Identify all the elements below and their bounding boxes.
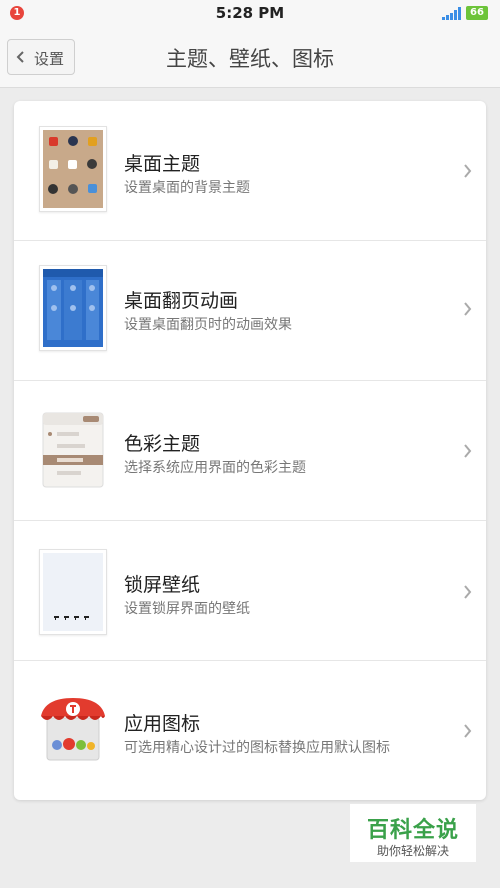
- desktop-theme-image: [43, 130, 103, 208]
- list-item-app-icons[interactable]: 应用图标 可选用精心设计过的图标替换应用默认图标: [14, 661, 486, 800]
- watermark-subtitle: 助你轻松解决: [376, 844, 449, 858]
- signal-icon: [442, 7, 461, 20]
- item-title: 桌面主题: [124, 153, 201, 175]
- chevron-right-icon: [464, 302, 472, 316]
- item-title: 应用图标: [124, 713, 201, 735]
- item-description: 选择系统应用界面的色彩主题: [124, 460, 306, 476]
- chevron-right-icon: [464, 164, 472, 178]
- item-description: 设置桌面翻页时的动画效果: [124, 317, 292, 333]
- item-title: 色彩主题: [124, 433, 201, 455]
- item-title: 锁屏壁纸: [124, 574, 201, 596]
- lockscreen-wallpaper-thumbnail: [39, 549, 107, 635]
- color-theme-image: [42, 412, 104, 488]
- list-item-lockscreen-wallpaper[interactable]: 锁屏壁纸 设置锁屏界面的壁纸: [14, 521, 486, 661]
- chevron-right-icon: [464, 444, 472, 458]
- watermark-logo: 百科全说 助你轻松解决: [350, 804, 476, 862]
- status-time: 5:28 PM: [215, 4, 285, 22]
- item-description: 设置锁屏界面的壁纸: [124, 601, 250, 617]
- lockscreen-wallpaper-image: [43, 553, 103, 631]
- watermark-title: 百科全说: [366, 818, 459, 843]
- settings-list: 桌面主题 设置桌面的背景主题 桌面翻页动画 设置桌面翻页时的动画效果 色彩主题 …: [14, 101, 486, 800]
- item-description: 设置桌面的背景主题: [124, 180, 250, 196]
- app-icon-store-image: [41, 698, 105, 761]
- nav-bar: 设置 主题、壁纸、图标: [0, 28, 500, 88]
- chevron-right-icon: [464, 585, 472, 599]
- item-description: 可选用精心设计过的图标替换应用默认图标: [124, 740, 390, 756]
- desktop-theme-thumbnail: [39, 126, 107, 212]
- app-icon-store-thumbnail: [39, 696, 107, 766]
- page-flip-animation-thumbnail: [39, 265, 107, 351]
- list-item-page-flip-animation[interactable]: 桌面翻页动画 设置桌面翻页时的动画效果: [14, 241, 486, 381]
- color-theme-thumbnail: [39, 407, 107, 493]
- battery-icon: 66: [466, 6, 488, 20]
- status-bar: 1 5:28 PM 66: [0, 0, 500, 28]
- page-title: 主题、壁纸、图标: [166, 47, 334, 71]
- item-title: 桌面翻页动画: [124, 290, 239, 312]
- list-item-color-theme[interactable]: 色彩主题 选择系统应用界面的色彩主题: [14, 381, 486, 521]
- chevron-right-icon: [464, 724, 472, 738]
- list-item-desktop-theme[interactable]: 桌面主题 设置桌面的背景主题: [14, 101, 486, 241]
- page-flip-image: [43, 269, 103, 347]
